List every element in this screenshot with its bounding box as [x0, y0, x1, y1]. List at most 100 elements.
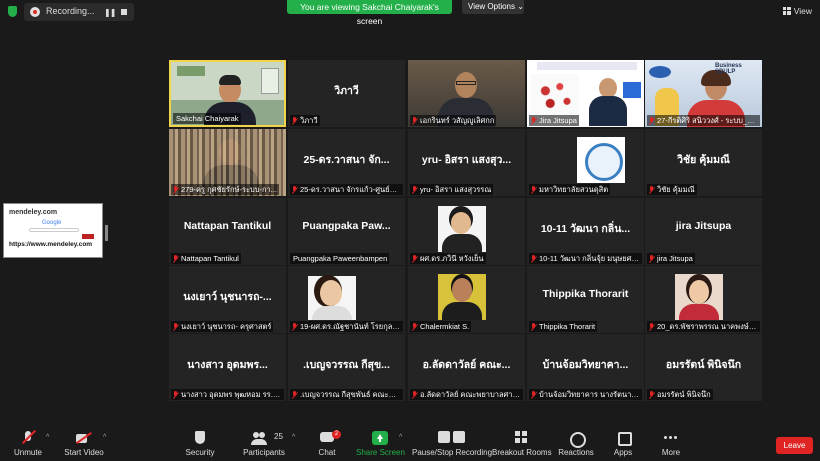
participant-tile[interactable]: นงเยาว์ นุชนารถ-... นงเยาว์ นุชนารถ- ครุศ… — [169, 266, 286, 333]
participants-caret-icon[interactable]: ^ — [292, 434, 295, 441]
security-shield-icon — [192, 431, 208, 445]
participants-button[interactable]: 25 Participants — [240, 422, 288, 461]
start-video-label: Start Video — [64, 448, 104, 457]
participant-name-label: นงเยาว์ นุชนารถ- ครุศาสตร์ — [171, 321, 274, 332]
participant-name: อมรรัตน์ พินิจนึก — [657, 390, 711, 399]
participant-name: ผศ.ดร.ภวินี หวังเย็น — [420, 254, 484, 263]
muted-mic-icon — [292, 323, 298, 330]
participant-tile[interactable]: .เบญจวรรณ กีสุข... .เบญจวรรณ กีสุขพันธ์ ค… — [288, 334, 405, 401]
thumbnail-logo — [82, 234, 94, 239]
muted-mic-icon — [649, 391, 655, 398]
participant-name-label: Thippika Thorarit — [529, 321, 598, 332]
video-off-icon — [76, 431, 92, 445]
participant-video — [675, 274, 723, 320]
shared-screen-thumbnail[interactable]: mendeley.com Google https://www.mendeley… — [3, 203, 103, 258]
participant-name: yru- อิสรา แสงสุวรรณ — [420, 185, 492, 194]
pause-stop-recording-label: Pause/Stop Recording — [412, 448, 493, 457]
participant-tile[interactable]: วิชัย คุ้มมณี วิชัย คุ้มมณี — [645, 129, 762, 196]
participant-name-label: 279-ครู กุศชัยรักษ์-ระบบ-กา... — [171, 184, 280, 195]
participant-tile[interactable]: ผศ.ดร.ภวินี หวังเย็น — [408, 198, 525, 265]
stop-recording-icon[interactable] — [121, 9, 127, 15]
participant-name-label: jira Jitsupa — [647, 253, 695, 264]
leave-button[interactable]: Leave — [776, 437, 813, 454]
thumbnail-search-logo: Google — [42, 220, 62, 226]
muted-mic-icon — [412, 323, 418, 330]
muted-mic-icon — [649, 323, 655, 330]
reactions-button[interactable]: Reactions — [558, 422, 594, 461]
more-button[interactable]: More — [656, 422, 686, 461]
participant-name-label: อ.ลัดดาวัลย์ คณะพยาบาลศาสตร์ — [410, 389, 523, 400]
view-button[interactable]: View — [782, 6, 812, 16]
unmute-button[interactable]: Unmute — [10, 422, 46, 461]
participant-tile[interactable]: วิภาวี วิภาวี — [288, 60, 405, 127]
view-options-button[interactable]: View Options ⌄ — [462, 0, 524, 14]
participant-tile[interactable]: 19-ผศ.ดร.ณัฐชานันท์ โรยกุล-ม... — [288, 266, 405, 333]
recording-label: Recording... — [46, 6, 95, 16]
participant-tile[interactable]: มหาวิทยาลัยสวนดุสิต — [527, 129, 644, 196]
participant-name-label: Puangpaka Paweenbampen — [290, 253, 390, 264]
thumbnail-resize-handle[interactable] — [105, 225, 108, 241]
participant-tile[interactable]: 25-ดร.วาสนา จัก... 25-ดร.วาสนา จักรแก้ว-ศ… — [288, 129, 405, 196]
participant-name: 10-11 วัฒนา กลิ่นจุ้ย มนุษยศาส... — [539, 254, 642, 263]
participant-name: วิชัย คุ้มมณี — [657, 185, 695, 194]
participant-display-name: Nattapan Tantikul — [183, 220, 272, 232]
participant-tile[interactable]: Thippika Thorarit Thippika Thorarit — [527, 266, 644, 333]
view-label: View — [793, 6, 812, 16]
security-button[interactable]: Security — [182, 422, 218, 461]
participant-name-label: 27-กีรติศิริ สนิววงศ์ - ระบบ_กำ... — [647, 115, 760, 126]
participant-name-label: .เบญจวรรณ กีสุขพันธ์ คณะครุศ... — [290, 389, 403, 400]
muted-mic-icon — [412, 186, 418, 193]
share-screen-button[interactable]: Share Screen — [356, 422, 405, 461]
participant-name: วิภาวี — [300, 116, 318, 125]
participant-tile[interactable]: Chalermkiat S. — [408, 266, 525, 333]
breakout-rooms-button[interactable]: Breakout Rooms — [492, 422, 552, 461]
encryption-shield-icon[interactable] — [8, 6, 17, 17]
participant-tile[interactable]: อ.ลัดดาวัลย์ คณะ... อ.ลัดดาวัลย์ คณะพยาบา… — [408, 334, 525, 401]
participant-tile[interactable]: นางสาว อุดมพร... นางสาว อุดมพร พุฒหอม รร.… — [169, 334, 286, 401]
participant-tile[interactable]: เอกรินทร์ วสัญญูเลิศกก — [408, 60, 525, 127]
participant-tile[interactable]: Puangpaka Paw... Puangpaka Paweenbampen — [288, 198, 405, 265]
participant-video — [577, 137, 625, 183]
participant-name: นงเยาว์ นุชนารถ- ครุศาสตร์ — [181, 322, 272, 331]
participant-tile[interactable]: Jira Jitsupa — [527, 60, 644, 127]
share-options-caret-icon[interactable]: ^ — [399, 434, 402, 441]
muted-mic-icon — [292, 391, 298, 398]
participant-tile[interactable]: Sakchai Chaiyarak — [169, 60, 286, 127]
video-options-caret-icon[interactable]: ^ — [103, 434, 106, 441]
participant-tile[interactable]: Nattapan Tantikul Nattapan Tantikul — [169, 198, 286, 265]
participant-display-name: บ้านจ้อมวิทยาคา... — [542, 359, 629, 371]
reactions-label: Reactions — [558, 448, 594, 457]
participant-display-name: 25-ดร.วาสนา จัก... — [303, 154, 390, 166]
participant-name-label: บ้านจ้อมวิทยาคาร นางรัตนาภรณ์... — [529, 389, 642, 400]
muted-mic-icon — [173, 186, 179, 193]
chat-button[interactable]: Chat — [312, 422, 342, 461]
participant-display-name: วิภาวี — [334, 85, 359, 97]
muted-mic-icon — [649, 117, 655, 124]
top-bar: Recording... ❚❚ You are viewing Sakchai … — [0, 0, 820, 26]
participant-name-label: 10-11 วัฒนา กลิ่นจุ้ย มนุษยศาส... — [529, 253, 642, 264]
pause-stop-recording-button[interactable]: Pause/Stop Recording — [412, 422, 493, 461]
participant-tile[interactable]: อมรรัตน์ พินิจนึก อมรรัตน์ พินิจนึก — [645, 334, 762, 401]
reactions-icon — [568, 431, 586, 448]
participant-display-name: 10-11 วัฒนา กลิ่น... — [540, 223, 631, 235]
participant-name: 25-ดร.วาสนา จักรแก้ว-ศูนย์ก้าป... — [300, 185, 403, 194]
participant-name: jira Jitsupa — [657, 254, 693, 263]
thumbnail-url: https://www.mendeley.com — [9, 241, 93, 248]
start-video-button[interactable]: Start Video — [62, 422, 106, 461]
audio-options-caret-icon[interactable]: ^ — [46, 434, 49, 441]
pause-recording-icon[interactable]: ❚❚ — [104, 8, 116, 17]
participants-count: 25 — [274, 432, 283, 441]
participant-name: Chalermkiat S. — [420, 322, 470, 331]
participant-tile[interactable]: บ้านจ้อมวิทยาคา... บ้านจ้อมวิทยาคาร นางรั… — [527, 334, 644, 401]
participant-tile[interactable]: 279-ครู กุศชัยรักษ์-ระบบ-กา... — [169, 129, 286, 196]
apps-button[interactable]: Apps — [608, 422, 638, 461]
participant-tile[interactable]: 20_ดร.พัชราพรรณ นาคพงษ์_นิ... — [645, 266, 762, 333]
participant-name: เอกรินทร์ วสัญญูเลิศกก — [420, 116, 495, 125]
participant-tile[interactable]: yru- อิสรา แสงสุว... yru- อิสรา แสงสุวรรณ — [408, 129, 525, 196]
breakout-rooms-icon — [513, 431, 529, 445]
muted-mic-icon — [173, 323, 179, 330]
participant-tile[interactable]: 10-11 วัฒนา กลิ่น... 10-11 วัฒนา กลิ่นจุ้… — [527, 198, 644, 265]
participant-tile[interactable]: Business SDULP 27-กีรติศิริ สนิววงศ์ - ระ… — [645, 60, 762, 127]
participant-name-label: Jira Jitsupa — [529, 115, 579, 126]
participant-tile[interactable]: jira Jitsupa jira Jitsupa — [645, 198, 762, 265]
